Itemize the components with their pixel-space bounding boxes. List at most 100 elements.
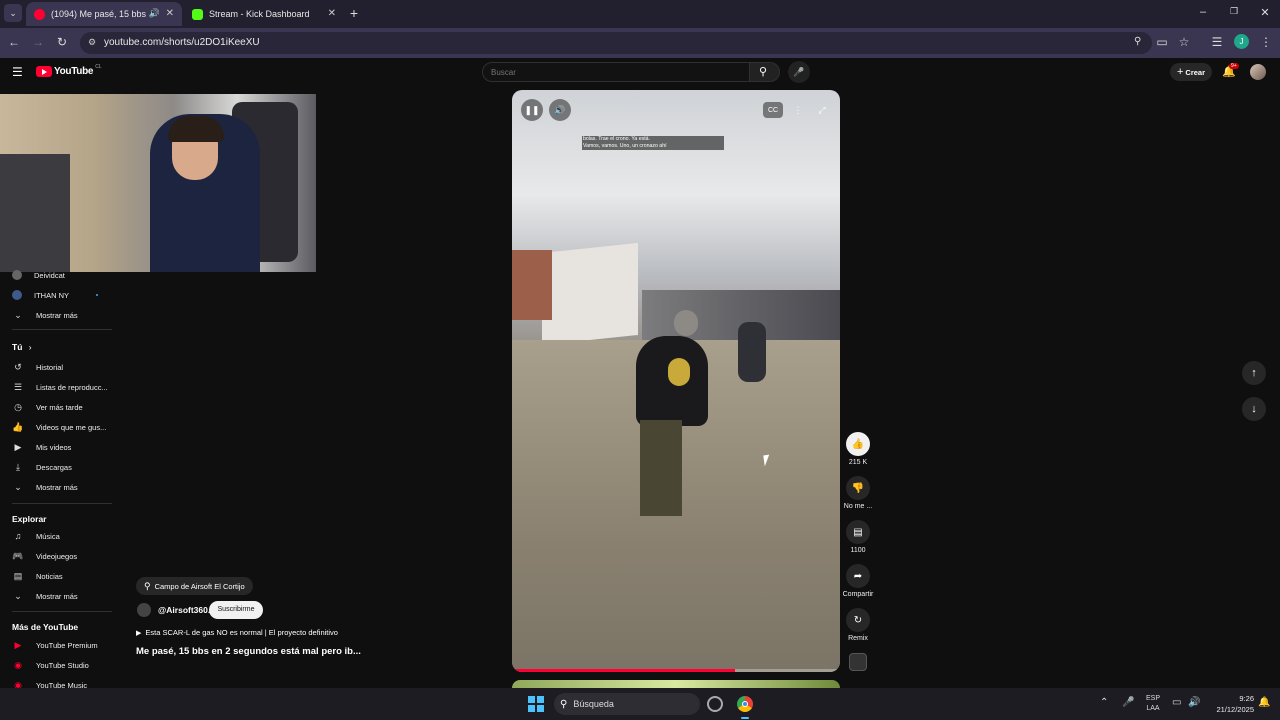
- location-chip[interactable]: ⚲ Campo de Airsoft El Cortijo: [136, 577, 253, 595]
- hamburger-menu-icon[interactable]: ☰: [12, 65, 23, 79]
- previous-short-button[interactable]: ↑: [1242, 361, 1266, 385]
- sidebar-item-liked-videos[interactable]: 👍 Videos que me gus...: [0, 417, 112, 437]
- short-title: Me pasé, 15 bbs en 2 segundos está mal p…: [136, 646, 361, 657]
- search-icon: ⚲: [560, 698, 568, 710]
- tab-list-dropdown-icon[interactable]: ⌄: [4, 4, 22, 22]
- sidebar-heading-explore: Explorar: [12, 514, 47, 524]
- new-tab-button[interactable]: +: [346, 4, 362, 22]
- back-icon[interactable]: ←: [6, 35, 22, 49]
- country-code: CL: [95, 63, 102, 70]
- remix-button[interactable]: ↻: [846, 608, 870, 632]
- windows-start-icon[interactable]: [528, 696, 544, 712]
- site-info-icon[interactable]: ⚙: [88, 37, 96, 48]
- sidebar-item-my-videos[interactable]: ▶ Mis videos: [0, 437, 112, 457]
- sidebar-item-youtube-premium[interactable]: ▶ YouTube Premium: [0, 635, 112, 655]
- clock-icon: ◷: [14, 401, 22, 412]
- sidebar-heading-you[interactable]: Tú ›: [12, 342, 32, 352]
- youtube-premium-icon: ▶: [14, 639, 22, 650]
- cast-icon[interactable]: ▭: [1154, 35, 1170, 49]
- volume-icon[interactable]: 🔊: [1188, 697, 1200, 708]
- url-text[interactable]: youtube.com/shorts/u2DO1iKeeXU: [104, 37, 260, 48]
- sidebar-item-news[interactable]: ▤ Noticias: [0, 566, 112, 586]
- create-button[interactable]: + Crear: [1170, 63, 1212, 81]
- linked-video[interactable]: ▶ Esta SCAR-L de gas NO es normal | El p…: [136, 628, 338, 637]
- playlist-icon: ☰: [13, 381, 23, 392]
- youtube-header: ☰ YouTube CL ⚲ 🎤 + Crear 🔔 9+: [0, 58, 1280, 88]
- sidebar-show-more[interactable]: ⌄ Mostrar más: [0, 305, 112, 325]
- scene-player-legs: [640, 420, 682, 516]
- clock-date: 21/12/2025: [1216, 705, 1254, 714]
- taskbar-app-icon[interactable]: [707, 696, 723, 712]
- account-avatar[interactable]: [1250, 64, 1266, 80]
- short-video-player[interactable]: ❚❚ 🔊 CC ⋮ ⤢: [512, 90, 840, 672]
- close-tab-icon[interactable]: ✕: [166, 8, 174, 19]
- remix-label: Remix: [848, 635, 868, 642]
- sidebar-sub-deividcat[interactable]: Deividcat: [0, 265, 112, 285]
- sidebar-item-youtube-studio[interactable]: ◉ YouTube Studio: [0, 655, 112, 675]
- media-controls-icon[interactable]: ☰: [1209, 35, 1225, 49]
- network-icon[interactable]: ▭: [1172, 697, 1181, 708]
- language-indicator[interactable]: ESP LAA: [1144, 694, 1162, 714]
- next-short-button[interactable]: ↓: [1242, 397, 1266, 421]
- voice-search-button[interactable]: 🎤: [788, 61, 810, 83]
- browser-menu-icon[interactable]: ⋮: [1258, 35, 1274, 49]
- more-options-icon[interactable]: ⋮: [787, 99, 809, 121]
- tab-title: (1094) Me pasé, 15 bbs en: [51, 9, 147, 19]
- channel-name[interactable]: @Airsoft360.: [158, 605, 210, 615]
- chevron-down-icon: ⌄: [14, 309, 22, 320]
- sidebar-item-music[interactable]: ♫ Música: [0, 526, 112, 546]
- search-button[interactable]: ⚲: [750, 62, 780, 82]
- restore-icon[interactable]: ❐: [1226, 6, 1242, 17]
- audio-playing-icon[interactable]: 🔊: [149, 8, 160, 19]
- channel-avatar-icon: [12, 270, 22, 280]
- notification-center-icon[interactable]: 🔔: [1258, 697, 1270, 708]
- close-window-icon[interactable]: ✕: [1257, 6, 1273, 19]
- volume-button[interactable]: 🔊: [549, 99, 571, 121]
- language-code: ESP: [1145, 695, 1160, 702]
- sidebar-item-watch-later[interactable]: ◷ Ver más tarde: [0, 397, 112, 417]
- close-tab-icon[interactable]: ✕: [328, 8, 336, 19]
- address-bar[interactable]: ⚙ youtube.com/shorts/u2DO1iKeeXU ⚲: [80, 32, 1152, 54]
- sidebar-item-playlists[interactable]: ☰ Listas de reproducc...: [0, 377, 112, 397]
- sidebar-show-more[interactable]: ⌄ Mostrar más: [0, 586, 112, 606]
- chrome-taskbar-icon[interactable]: [737, 696, 753, 712]
- forward-icon[interactable]: →: [30, 35, 46, 49]
- sidebar-item-label: Mostrar más: [36, 310, 78, 320]
- clock[interactable]: 9:26 21/12/2025: [1204, 693, 1254, 715]
- profile-avatar[interactable]: J: [1234, 34, 1249, 49]
- youtube-logo[interactable]: YouTube CL: [36, 63, 102, 77]
- channel-avatar[interactable]: [137, 603, 151, 617]
- fullscreen-icon[interactable]: ⤢: [811, 99, 833, 121]
- microphone-icon[interactable]: 🎤: [1122, 697, 1134, 708]
- video-progress-track[interactable]: [512, 669, 840, 672]
- captions-button[interactable]: CC: [763, 102, 783, 118]
- news-icon: ▤: [13, 570, 23, 581]
- share-button[interactable]: ➦: [846, 564, 870, 588]
- taskbar-search[interactable]: ⚲ Búsqueda: [554, 693, 700, 715]
- tab-kick-dashboard[interactable]: Stream - Kick Dashboard ✕: [184, 2, 344, 26]
- search-input[interactable]: [482, 62, 750, 82]
- sidebar-sub-ithan-ny[interactable]: ITHAN NY: [0, 285, 112, 305]
- pause-button[interactable]: ❚❚: [521, 99, 543, 121]
- sidebar-item-gaming[interactable]: 🎮 Videojuegos: [0, 546, 112, 566]
- video-icon: ▶: [14, 441, 22, 452]
- like-button[interactable]: 👍: [846, 432, 870, 456]
- reload-icon[interactable]: ↻: [54, 35, 70, 49]
- sound-thumbnail[interactable]: [849, 653, 867, 671]
- sidebar-item-historial[interactable]: ↺ Historial: [0, 357, 112, 377]
- sidebar-item-label: Música: [36, 531, 60, 541]
- tab-youtube-short[interactable]: (1094) Me pasé, 15 bbs en 🔊 ✕: [26, 2, 182, 26]
- zoom-icon[interactable]: ⚲: [1134, 36, 1141, 47]
- scene-container-building: [542, 242, 638, 346]
- sidebar-item-label: Videos que me gus...: [36, 422, 107, 432]
- sidebar-show-more[interactable]: ⌄ Mostrar más: [0, 477, 112, 497]
- sidebar-divider: [12, 329, 112, 330]
- tray-chevron-up-icon[interactable]: ⌃: [1100, 697, 1108, 708]
- dislike-button[interactable]: 👎: [846, 476, 870, 500]
- comments-button[interactable]: ▤: [846, 520, 870, 544]
- sidebar-item-downloads[interactable]: ⤓ Descargas: [0, 457, 112, 477]
- music-icon: ♫: [14, 531, 22, 541]
- subscribe-button[interactable]: Suscribirme: [209, 601, 263, 619]
- minimize-icon[interactable]: –: [1195, 6, 1211, 18]
- bookmark-star-icon[interactable]: ☆: [1176, 35, 1192, 49]
